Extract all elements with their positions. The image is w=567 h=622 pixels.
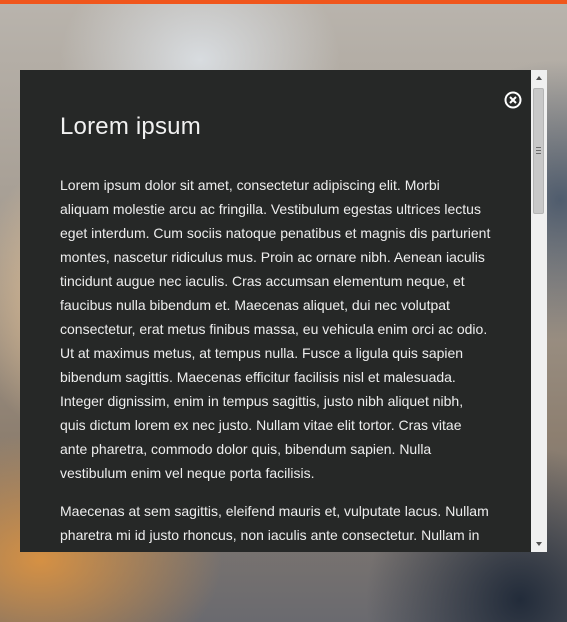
modal-title: Lorem ipsum (60, 113, 201, 140)
close-circle-icon (504, 91, 522, 109)
close-button[interactable] (504, 91, 522, 109)
modal-content: Lorem ipsum Lorem ipsum dolor sit amet, … (60, 70, 492, 552)
modal-paragraph: Maecenas at sem sagittis, eleifend mauri… (60, 503, 489, 552)
scroll-down-button[interactable] (531, 536, 547, 552)
scroll-thumb[interactable] (533, 88, 544, 214)
lightbox-modal: Lorem ipsum Lorem ipsum dolor sit amet, … (20, 70, 531, 552)
modal-paragraph: Lorem ipsum dolor sit amet, consectetur … (60, 177, 491, 481)
arrow-down-icon (536, 542, 542, 546)
vertical-scrollbar[interactable] (531, 70, 547, 552)
grip-icon (536, 147, 541, 154)
top-accent-bar (0, 0, 567, 4)
arrow-up-icon (536, 76, 542, 80)
scroll-up-button[interactable] (531, 70, 547, 86)
